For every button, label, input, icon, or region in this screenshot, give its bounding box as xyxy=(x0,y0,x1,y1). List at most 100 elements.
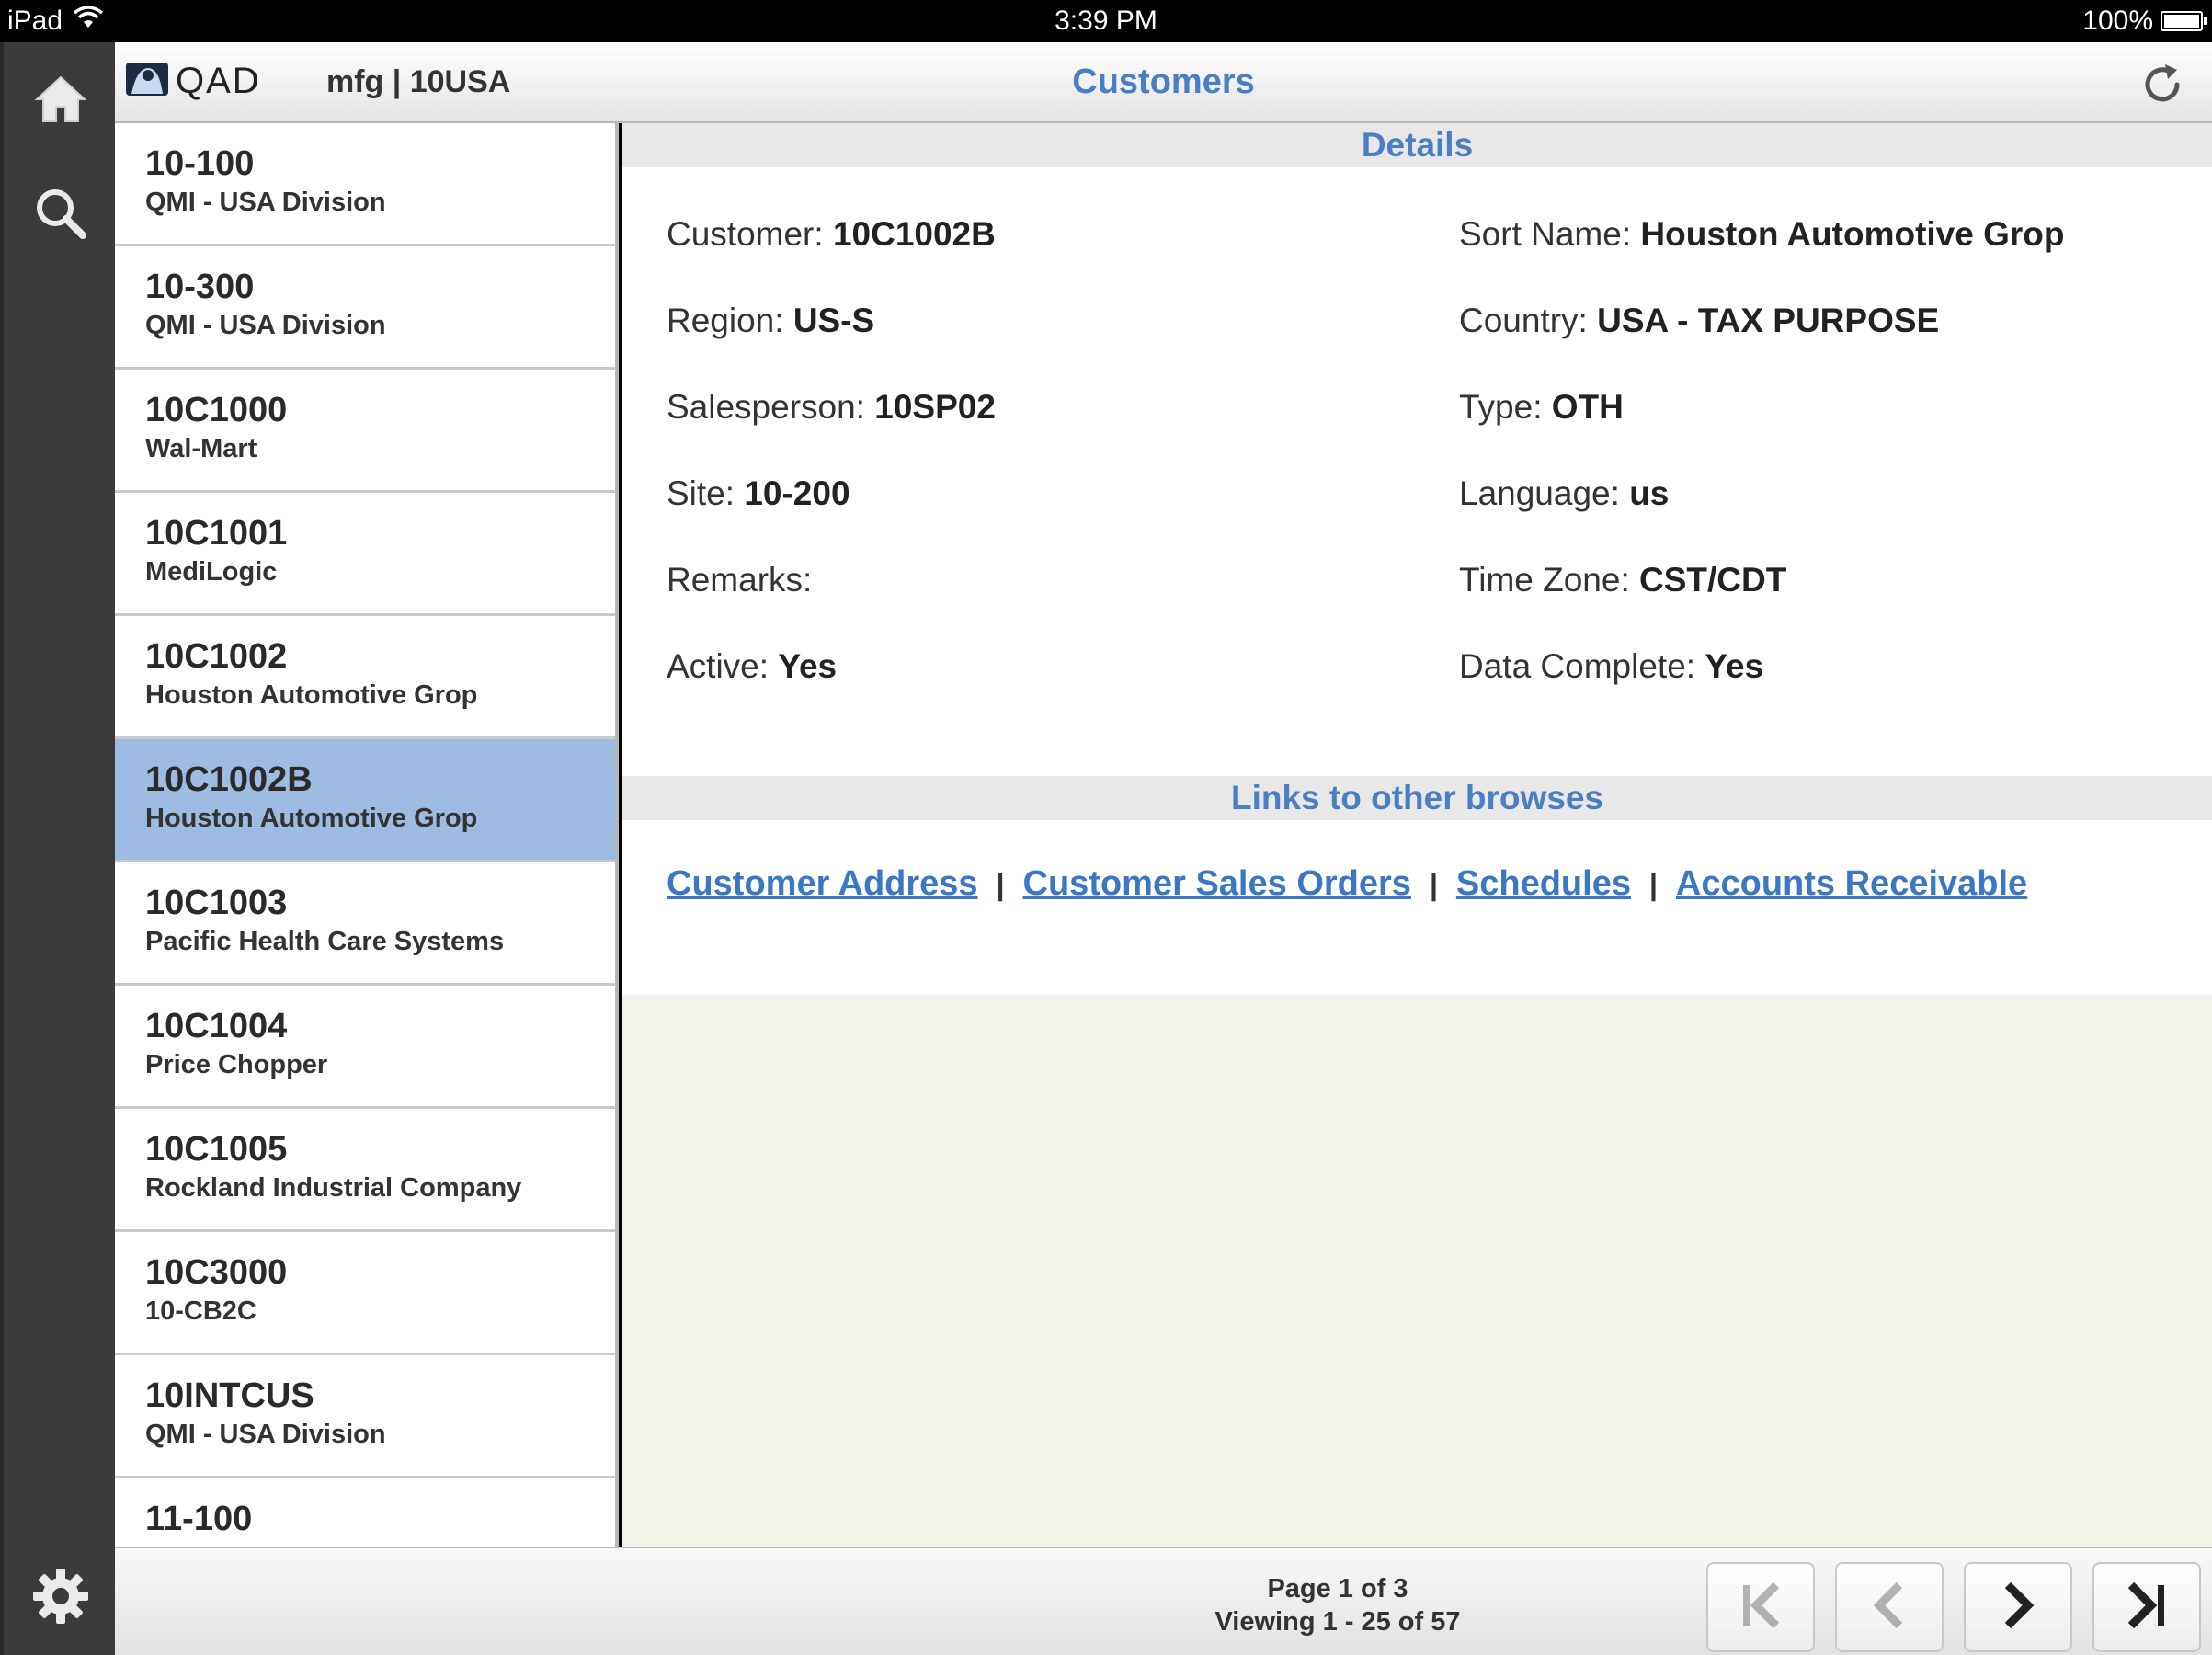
gear-icon xyxy=(31,1567,90,1630)
field-label: Country: xyxy=(1459,302,1588,339)
field-value: Yes xyxy=(778,647,838,685)
field-data-complete: Data Complete: Yes xyxy=(1459,647,1763,686)
settings-button[interactable] xyxy=(24,1561,97,1635)
previous-page-button[interactable] xyxy=(1835,1562,1944,1652)
field-label: Data Complete: xyxy=(1459,647,1696,685)
customer-list-item[interactable]: 10C1000 Wal-Mart xyxy=(115,370,615,493)
field-value: CST/CDT xyxy=(1639,561,1787,599)
customer-name: QMI - USA Division xyxy=(145,188,386,217)
customer-code: 10-100 xyxy=(145,144,255,183)
customer-code: 11-100 xyxy=(145,1500,253,1538)
customer-name: Houston Automotive Grop xyxy=(145,804,478,833)
chevron-right-icon xyxy=(1995,1580,2041,1636)
field-remarks: Remarks: xyxy=(667,561,812,599)
customer-name: MediLogic xyxy=(145,557,278,587)
details-heading: Details xyxy=(622,123,2212,167)
next-page-button[interactable] xyxy=(1964,1562,2072,1652)
field-value: us xyxy=(1629,474,1670,512)
home-button[interactable] xyxy=(24,64,97,138)
customer-code: 10INTCUS xyxy=(145,1376,314,1415)
field-active: Active: Yes xyxy=(667,647,837,686)
field-label: Active: xyxy=(667,647,770,685)
pagination-info: Page 1 of 3 Viewing 1 - 25 of 57 xyxy=(1200,1572,1476,1638)
field-time-zone: Time Zone: CST/CDT xyxy=(1459,561,1786,599)
customer-list-item[interactable]: 10C1002 Houston Automotive Grop xyxy=(115,616,615,739)
customer-list-item[interactable]: 11-100QMI - Canada Division xyxy=(115,1478,615,1547)
field-label: Region: xyxy=(667,302,784,339)
field-site: Site: 10-200 xyxy=(667,474,850,513)
customer-name: Wal-Mart xyxy=(145,434,257,463)
search-icon xyxy=(33,186,88,245)
field-value: US-S xyxy=(792,302,875,339)
status-bar: iPad 3:39 PM 100% xyxy=(0,0,2212,42)
customer-name: 10-CB2C xyxy=(145,1296,257,1326)
customer-code: 10C1005 xyxy=(145,1130,288,1169)
field-label: Salesperson: xyxy=(667,388,865,426)
customer-list-item[interactable]: 10C1002B Houston Automotive Grop xyxy=(115,739,615,862)
customer-code: 10C1002B xyxy=(145,760,313,799)
refresh-button[interactable] xyxy=(2137,59,2188,110)
browse-link-customer-address[interactable]: Customer Address xyxy=(667,864,978,903)
field-sort-name: Sort Name: Houston Automotive Grop xyxy=(1459,215,2065,254)
field-customer: Customer: 10C1002B xyxy=(667,215,996,254)
battery-percent: 100% xyxy=(2082,6,2153,36)
field-value: 10SP02 xyxy=(874,388,996,426)
customer-name: Price Chopper xyxy=(145,1050,328,1079)
links-row: Customer Address | Customer Sales Orders | S… xyxy=(622,820,2212,904)
customer-list-item[interactable]: 10C1001 MediLogic xyxy=(115,493,615,616)
customer-name: Pacific Health Care Systems xyxy=(145,927,505,956)
left-rail xyxy=(0,42,115,1655)
battery-indicator: 100% xyxy=(2082,6,2207,37)
customer-code: 10-300 xyxy=(145,268,255,306)
field-country: Country: USA - TAX PURPOSE xyxy=(1459,302,1939,340)
last-page-button[interactable] xyxy=(2092,1562,2201,1652)
page-indicator: Page 1 of 3 xyxy=(1267,1574,1408,1604)
field-label: Sort Name: xyxy=(1459,215,1632,253)
field-language: Language: us xyxy=(1459,474,1669,513)
first-page-icon xyxy=(1738,1580,1784,1636)
customer-list-item[interactable]: 10C1004 Price Chopper xyxy=(115,986,615,1109)
field-region: Region: US-S xyxy=(667,302,874,340)
customer-list-item[interactable]: 10C3000 10-CB2C xyxy=(115,1232,615,1355)
customer-name: Houston Automotive Grop xyxy=(145,680,478,710)
customer-list-item[interactable]: 10C1005 Rockland Industrial Company xyxy=(115,1109,615,1232)
viewing-range: Viewing 1 - 25 of 57 xyxy=(1214,1607,1461,1637)
chevron-left-icon xyxy=(1866,1580,1912,1636)
link-separator: | xyxy=(1648,868,1658,901)
field-value: Houston Automotive Grop xyxy=(1640,215,2065,253)
page-title: Customers xyxy=(1072,63,1255,101)
first-page-button[interactable] xyxy=(1706,1562,1815,1652)
details-fields: Customer: 10C1002B Sort Name: Houston Au… xyxy=(622,167,2212,776)
customer-list[interactable]: 10-100 QMI - USA Division 10-300 QMI - USA … xyxy=(115,123,619,1547)
detail-panel: Details Customer: 10C1002B Sort Name: Ho… xyxy=(622,123,2212,1547)
browse-link-schedules[interactable]: Schedules xyxy=(1456,864,1631,903)
links-section: Customer Address | Customer Sales Orders | S… xyxy=(622,820,2212,995)
customer-list-item[interactable]: 10-100 QMI - USA Division xyxy=(115,123,615,246)
field-label: Time Zone: xyxy=(1459,561,1630,599)
customer-code: 10C1002 xyxy=(145,637,288,676)
customer-list-item[interactable]: 10INTCUS QMI - USA Division xyxy=(115,1355,615,1478)
field-label: Site: xyxy=(667,474,735,512)
last-page-icon xyxy=(2124,1580,2170,1636)
links-heading: Links to other browses xyxy=(622,776,2212,820)
field-value: USA - TAX PURPOSE xyxy=(1597,302,1940,339)
link-separator: | xyxy=(996,868,1005,901)
field-label: Type: xyxy=(1459,388,1543,426)
customer-name: QMI - USA Division xyxy=(145,1420,386,1449)
customer-list-item[interactable]: 10-300 QMI - USA Division xyxy=(115,246,615,370)
field-value: 10-200 xyxy=(744,474,850,512)
field-value: Yes xyxy=(1705,647,1764,685)
customer-code: 10C1004 xyxy=(145,1007,288,1045)
customer-name: QMI - USA Division xyxy=(145,311,386,340)
browse-link-accounts-receivable[interactable]: Accounts Receivable xyxy=(1676,864,2027,903)
browse-link-customer-sales-orders[interactable]: Customer Sales Orders xyxy=(1023,864,1411,903)
field-value: 10C1002B xyxy=(832,215,996,253)
footer-bar: Page 1 of 3 Viewing 1 - 25 of 57 xyxy=(115,1547,2212,1655)
customer-list-item[interactable]: 10C1003 Pacific Health Care Systems xyxy=(115,862,615,986)
header-bar: QAD mfg | 10USA Customers xyxy=(115,42,2212,123)
customer-code: 10C1001 xyxy=(145,514,288,553)
field-label: Language: xyxy=(1459,474,1620,512)
refresh-icon xyxy=(2137,64,2188,114)
search-button[interactable] xyxy=(24,178,97,252)
customer-name: Rockland Industrial Company xyxy=(145,1173,522,1203)
